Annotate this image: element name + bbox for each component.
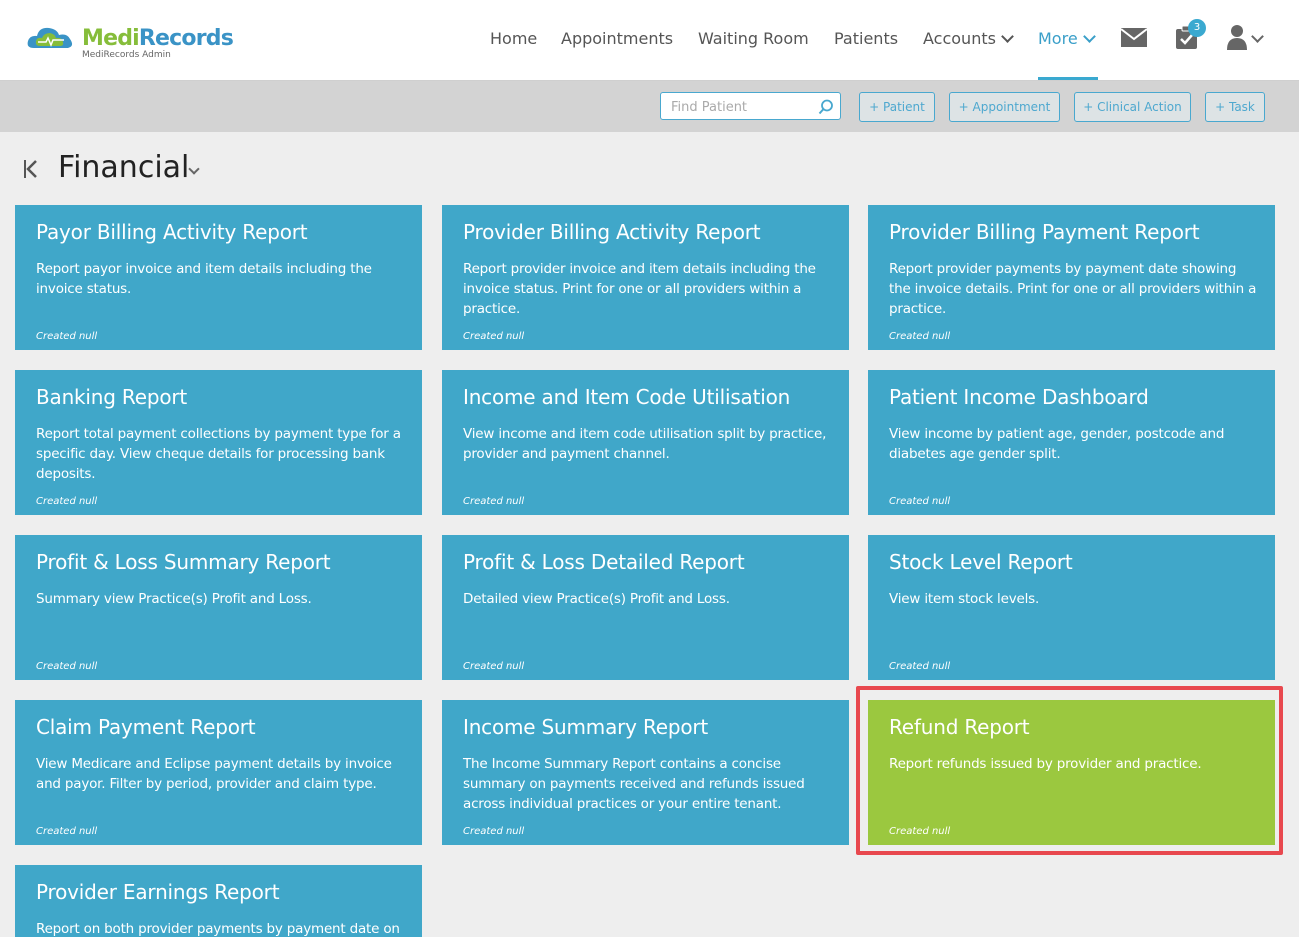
card-description: View item stock levels. <box>889 591 1040 607</box>
card-created-label: Created null <box>36 496 98 507</box>
mail-icon[interactable] <box>1121 28 1147 47</box>
card-description: Detailed view Practice(s) Profit and Los… <box>463 591 730 607</box>
card-created-label: Created null <box>463 826 525 837</box>
card-created-label: Created null <box>36 826 98 837</box>
report-card-income-summary[interactable]: Income Summary Report The Income Summary… <box>442 700 849 845</box>
card-created-label: Created null <box>889 496 951 507</box>
card-description: Summary view Practice(s) Profit and Loss… <box>36 591 312 607</box>
logo-text: MediRecords <box>82 26 234 51</box>
report-card-payor-billing-activity[interactable]: Payor Billing Activity Report Report pay… <box>15 205 422 350</box>
add-appointment-button[interactable]: + Appointment <box>949 92 1060 122</box>
logo-text-records: Records <box>138 26 234 51</box>
report-card-banking[interactable]: Banking Report Report total payment coll… <box>15 370 422 515</box>
card-description: Report total payment collections by paym… <box>36 426 401 482</box>
card-title: Refund Report <box>889 715 1030 739</box>
card-title: Profit & Loss Detailed Report <box>463 550 745 574</box>
find-patient-search[interactable] <box>660 92 841 120</box>
card-created-label: Created null <box>36 331 98 342</box>
report-card-refund[interactable]: Refund Report Report refunds issued by p… <box>868 700 1275 845</box>
nav-appointments[interactable]: Appointments <box>561 29 673 51</box>
cloud-logo-icon <box>27 27 73 48</box>
add-patient-button[interactable]: + Patient <box>859 92 935 122</box>
card-description: Report refunds issued by provider and pr… <box>889 756 1202 772</box>
back-arrow-icon[interactable] <box>23 158 39 180</box>
find-patient-input[interactable] <box>669 97 813 117</box>
report-card-patient-income-dashboard[interactable]: Patient Income Dashboard View income by … <box>868 370 1275 515</box>
chevron-down-icon <box>1001 30 1014 43</box>
logo-text-medi: Medi <box>82 26 140 51</box>
card-title: Patient Income Dashboard <box>889 385 1149 409</box>
user-menu[interactable] <box>1226 24 1268 52</box>
card-title: Income and Item Code Utilisation <box>463 385 791 409</box>
card-description: View income by patient age, gender, post… <box>889 426 1225 462</box>
card-title: Provider Billing Activity Report <box>463 220 761 244</box>
nav-home[interactable]: Home <box>490 29 537 51</box>
action-toolbar: + Patient + Appointment + Clinical Actio… <box>0 81 1299 132</box>
nav-waiting-room[interactable]: Waiting Room <box>698 29 809 51</box>
card-title: Claim Payment Report <box>36 715 256 739</box>
page-title: Financial <box>58 150 190 185</box>
nav-patients[interactable]: Patients <box>834 29 898 51</box>
search-icon[interactable] <box>818 99 834 115</box>
report-card-profit-loss-summary[interactable]: Profit & Loss Summary Report Summary vie… <box>15 535 422 680</box>
chevron-down-icon <box>1082 30 1096 43</box>
card-description: Report payor invoice and item details in… <box>36 261 372 297</box>
nav-more-label: More <box>1038 29 1078 48</box>
chevron-down-icon <box>1251 30 1264 43</box>
nav-accounts[interactable]: Accounts <box>923 29 1014 51</box>
card-created-label: Created null <box>463 661 525 672</box>
card-description: View income and item code utilisation sp… <box>463 426 827 462</box>
card-created-label: Created null <box>889 826 951 837</box>
report-card-stock-level[interactable]: Stock Level Report View item stock level… <box>868 535 1275 680</box>
card-title: Income Summary Report <box>463 715 709 739</box>
card-description: View Medicare and Eclipse payment detail… <box>36 756 392 792</box>
tasks-count-badge: 3 <box>1188 19 1206 37</box>
report-card-income-item-code-utilisation[interactable]: Income and Item Code Utilisation View in… <box>442 370 849 515</box>
add-task-button[interactable]: + Task <box>1205 92 1265 122</box>
report-card-provider-billing-activity[interactable]: Provider Billing Activity Report Report … <box>442 205 849 350</box>
card-created-label: Created null <box>463 331 525 342</box>
nav-active-indicator <box>1038 77 1098 80</box>
card-title: Provider Billing Payment Report <box>889 220 1200 244</box>
card-created-label: Created null <box>463 496 525 507</box>
card-created-label: Created null <box>36 661 98 672</box>
logo-subtitle: MediRecords Admin <box>82 50 171 60</box>
report-card-claim-payment[interactable]: Claim Payment Report View Medicare and E… <box>15 700 422 845</box>
nav-more[interactable]: More <box>1038 29 1096 51</box>
card-created-label: Created null <box>889 661 951 672</box>
card-title: Provider Earnings Report <box>36 880 280 904</box>
report-card-provider-billing-payment[interactable]: Provider Billing Payment Report Report p… <box>868 205 1275 350</box>
chevron-down-icon[interactable] <box>188 163 200 175</box>
card-description: Report on both provider payments by paym… <box>36 921 400 937</box>
card-description: Report provider invoice and item details… <box>463 261 816 317</box>
card-description: The Income Summary Report contains a con… <box>463 756 805 812</box>
medirecords-logo[interactable]: MediRecords MediRecords Admin <box>26 22 236 64</box>
user-avatar-icon <box>1227 25 1247 50</box>
report-card-provider-earnings[interactable]: Provider Earnings Report Report on both … <box>15 865 422 937</box>
add-clinical-action-button[interactable]: + Clinical Action <box>1074 92 1191 122</box>
card-description: Report provider payments by payment date… <box>889 261 1257 317</box>
card-title: Stock Level Report <box>889 550 1073 574</box>
report-card-profit-loss-detailed[interactable]: Profit & Loss Detailed Report Detailed v… <box>442 535 849 680</box>
card-title: Profit & Loss Summary Report <box>36 550 331 574</box>
top-navigation-bar: MediRecords MediRecords Admin Home Appoi… <box>0 0 1299 81</box>
nav-accounts-label: Accounts <box>923 29 996 48</box>
card-title: Banking Report <box>36 385 188 409</box>
card-created-label: Created null <box>889 331 951 342</box>
card-title: Payor Billing Activity Report <box>36 220 308 244</box>
